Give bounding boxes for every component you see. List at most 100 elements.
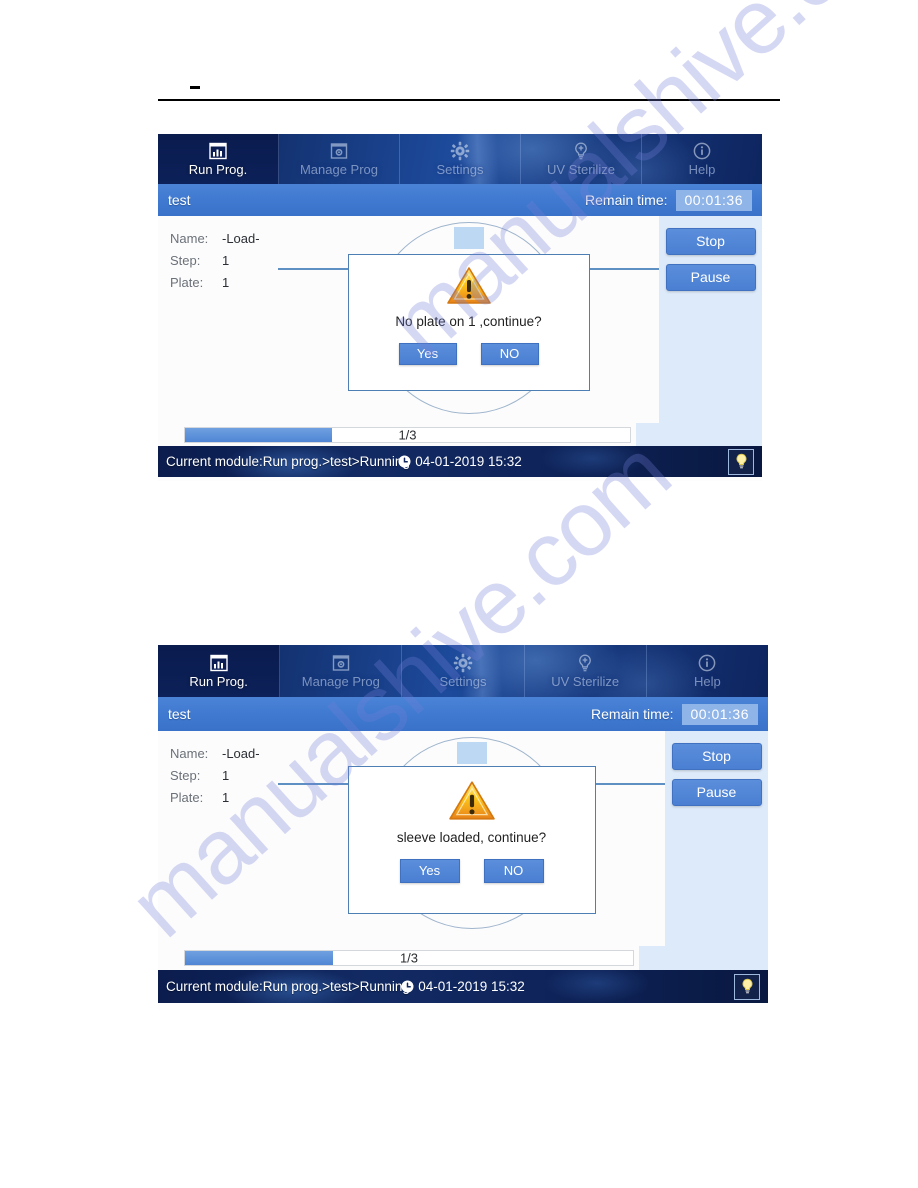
info-key: Step: [170,768,201,783]
side-control-panel: Stop Pause [659,216,762,423]
uv-bulb-icon [575,653,595,673]
tab-uv-sterilize[interactable]: UV Sterilize [521,134,642,184]
tab-label: Help [688,162,716,177]
info-row: Plate: 1 [170,787,278,809]
side-control-panel: Stop Pause [665,731,768,946]
program-status-bar: test Remain time: 00:01:36 [158,184,762,216]
tab-label: Manage Prog [299,162,379,177]
dialog-message: No plate on 1 ,continue? [395,314,542,329]
datetime-text: 04-01-2019 15:32 [415,454,522,469]
info-row: Name: -Load- [170,228,278,250]
chart-bars-icon [208,141,228,161]
info-row: Step: 1 [170,765,278,787]
info-key: Plate: [170,275,204,290]
progress-row: 1/3 [158,423,762,446]
device-screenshot-bottom: Run Prog. Manage Prog Settings UV Steril… [158,645,768,1010]
tab-manage-prog[interactable]: Manage Prog [280,645,403,697]
remain-time-value: 00:01:36 [675,189,752,211]
info-circle-icon [697,653,717,673]
status-right-group [734,973,760,1000]
current-module-text: Current module:Run prog.>test>Running [166,454,410,469]
info-value: 1 [222,768,230,783]
info-key: Name: [170,746,209,761]
info-row: Name: -Load- [170,743,278,765]
info-value: -Load- [222,746,260,761]
tab-label: Help [694,674,721,689]
dialog-yes-button[interactable]: Yes [398,343,457,365]
warning-triangle-icon [446,266,492,306]
progress-row: 1/3 [158,946,768,970]
light-toggle-button[interactable] [728,448,754,475]
tab-uv-sterilize[interactable]: UV Sterilize [525,645,647,697]
info-value: -Load- [222,231,260,246]
remain-time-label: Remain time: [591,706,674,722]
current-module-text: Current module:Run prog.>test>Running [166,979,410,994]
info-row: Step: 1 [170,250,278,272]
run-info-panel: Name: -Load- Step: 1 Plate: 1 [158,731,278,946]
light-bulb-icon [734,453,749,470]
tab-run-prog[interactable]: Run Prog. [158,134,279,184]
tab-label: UV Sterilize [547,162,615,177]
page-header-dash [190,86,200,89]
window-gear-icon [331,653,351,673]
carousel-stage: sleeve loaded, continue? Yes NO [278,731,665,946]
tab-settings[interactable]: Settings [400,134,521,184]
gear-icon [453,653,473,673]
progress-label: 1/3 [399,950,419,966]
top-navigation-bar: Run Prog. Manage Prog Settings UV Steril… [158,134,762,184]
dialog-yes-button[interactable]: Yes [399,859,460,883]
pause-button[interactable]: Pause [671,779,762,806]
uv-bulb-icon [571,141,591,161]
device-screenshot-top: Run Prog. Manage Prog Settings UV Steril… [158,134,762,481]
dialog-message: sleeve loaded, continue? [396,830,547,845]
gear-icon [450,141,470,161]
tab-settings[interactable]: Settings [402,645,525,697]
program-name: test [168,706,191,722]
tab-help[interactable]: Help [647,645,768,697]
tab-label: Settings [439,674,487,689]
light-bulb-icon [740,978,755,995]
tab-help[interactable]: Help [642,134,762,184]
info-circle-icon [692,141,712,161]
info-value: 1 [222,790,230,805]
progress-side-pad [639,946,768,970]
main-body: Name: -Load- Step: 1 Plate: 1 [158,216,762,423]
light-toggle-button[interactable] [734,973,760,1000]
carousel-stage: No plate on 1 ,continue? Yes NO [278,216,659,423]
confirm-dialog-no-plate: No plate on 1 ,continue? Yes NO [347,254,590,391]
progress-side-pad [636,423,762,446]
stop-button[interactable]: Stop [665,228,756,255]
program-name: test [168,192,191,208]
dialog-buttons: Yes NO [398,343,539,365]
tab-run-prog[interactable]: Run Prog. [158,645,281,697]
confirm-dialog-sleeve-loaded: sleeve loaded, continue? Yes NO [347,766,596,914]
progress-bar: 1/3 [184,950,634,966]
program-status-bar: test Remain time: 00:01:36 [158,697,768,731]
tab-manage-prog[interactable]: Manage Prog [279,134,400,184]
info-key: Step: [170,253,201,268]
window-gear-icon [329,141,349,161]
remain-time-label: Remain time: [585,192,668,208]
dialog-no-button[interactable]: NO [480,343,539,365]
remain-time-value: 00:01:36 [681,703,758,725]
tab-label: Manage Prog [301,674,380,689]
pause-button[interactable]: Pause [665,264,756,291]
page-header-rule [158,99,780,101]
dialog-buttons: Yes NO [399,859,544,883]
rotor-plate-marker [456,742,487,764]
dialog-no-button[interactable]: NO [483,859,544,883]
info-value: 1 [222,253,230,268]
tab-label: Run Prog. [189,674,248,689]
stop-button[interactable]: Stop [671,743,762,770]
datetime-text: 04-01-2019 15:32 [418,979,525,994]
info-row: Plate: 1 [170,272,278,294]
progress-label: 1/3 [398,427,417,442]
tab-label: UV Sterilize [551,674,620,689]
run-info-panel: Name: -Load- Step: 1 Plate: 1 [158,216,278,423]
bottom-status-bar: Current module:Run prog.>test>Running 04… [158,970,768,1003]
warning-triangle-icon [448,780,496,822]
tab-label: Run Prog. [188,162,248,177]
main-body: Name: -Load- Step: 1 Plate: 1 [158,731,768,946]
chart-bars-icon [209,653,229,673]
tab-label: Settings [436,162,484,177]
